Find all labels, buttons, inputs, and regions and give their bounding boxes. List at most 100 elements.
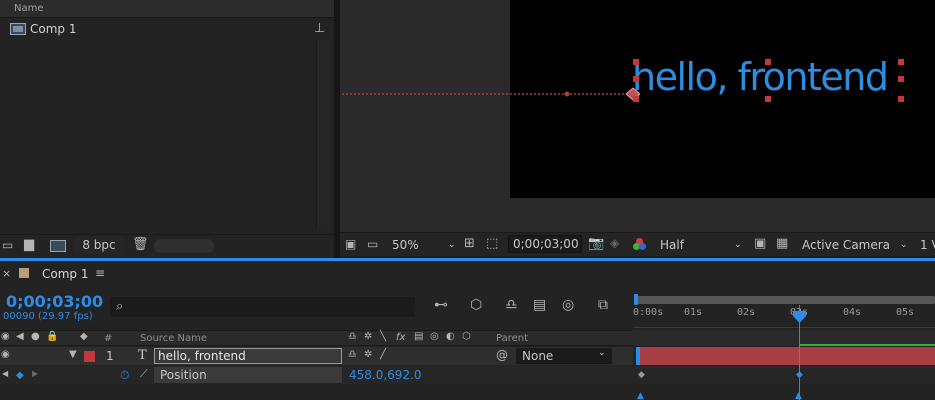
property-name: Position: [154, 367, 342, 383]
timeline-column-header: ◉ ◀ ● 🔒 ◆ # Source Name ♎ ✲ ╲ fx ▤ ◎ ◐ ⬡…: [0, 330, 633, 346]
ruler-tick: 02s: [737, 307, 756, 318]
composition-mini-flowchart-icon[interactable]: ⊷: [434, 298, 448, 312]
collapse-switch-icon[interactable]: ✲: [364, 350, 372, 360]
snapshot-camera-icon[interactable]: 📷: [588, 237, 604, 250]
twirl-down-icon[interactable]: ▼: [69, 350, 77, 360]
work-area-bar[interactable]: [637, 296, 935, 304]
shy-switch-icon[interactable]: ♎: [348, 350, 357, 360]
transparency-grid-icon[interactable]: ▦: [776, 237, 788, 250]
next-layer-playhead-marker: ▲: [795, 391, 802, 400]
chevron-down-icon: ⌄: [900, 240, 908, 250]
label-tag-icon[interactable]: ◆: [80, 332, 88, 342]
zoom-dropdown[interactable]: 50% ⌄: [392, 236, 460, 254]
project-column-header[interactable]: Name: [0, 0, 334, 18]
lock-icon[interactable]: 🔒: [46, 332, 58, 342]
playhead-head-icon[interactable]: [793, 311, 806, 323]
audio-icon[interactable]: ◀: [16, 332, 24, 342]
timeline-tab[interactable]: Comp 1: [42, 267, 88, 281]
draft-3d-icon[interactable]: ⬡: [470, 298, 482, 312]
monitor-icon[interactable]: ▭: [367, 238, 378, 250]
effects-switch-icon[interactable]: fx: [396, 332, 405, 343]
channels-icon[interactable]: [633, 238, 647, 252]
bounding-handle-bl[interactable]: [633, 96, 639, 102]
mask-visibility-icon[interactable]: ⬚: [486, 237, 498, 250]
frame-info: 00090 (29.97 fps): [3, 311, 93, 322]
region-of-interest-icon[interactable]: ▣: [754, 237, 766, 250]
motion-blur-icon[interactable]: ◎: [562, 298, 574, 312]
project-hscroll[interactable]: [154, 239, 214, 253]
layer-in-point[interactable]: [636, 347, 640, 365]
adjustment-layer-switch-icon[interactable]: ◐: [446, 332, 455, 342]
flowchart-icon[interactable]: ⊥: [314, 22, 325, 35]
close-icon[interactable]: ×: [2, 268, 11, 279]
new-folder-icon[interactable]: ▆: [24, 238, 34, 251]
project-item-comp-1[interactable]: Comp 1 ⊥: [0, 19, 334, 39]
frame-blending-icon[interactable]: ▤: [533, 298, 546, 312]
bounding-handle-tr[interactable]: [898, 59, 904, 65]
number-column-label: #: [104, 333, 113, 344]
keyframe-marker[interactable]: ◆: [638, 370, 645, 380]
resolution-dropdown[interactable]: Half ⌄: [660, 236, 746, 254]
next-keyframe-icon[interactable]: ▶: [32, 370, 38, 378]
project-scrollbar[interactable]: [316, 40, 330, 230]
quality-switch-icon[interactable]: ╱: [380, 350, 386, 360]
bounding-handle-bc[interactable]: [765, 96, 771, 102]
timeline-property-row[interactable]: ◀ ◆ ▶ ⏱ ⟋ Position 458.0,692.0: [0, 366, 633, 384]
zoom-value: 50%: [392, 238, 419, 252]
text-layer-on-canvas[interactable]: hello, frontend: [630, 55, 906, 102]
ruler-tick: 0:00s: [633, 307, 664, 318]
chevron-down-icon: ⌄: [448, 240, 456, 250]
ruler-tick: 05s: [896, 307, 915, 318]
bounding-handle-ml[interactable]: [633, 76, 639, 82]
layer-search-input[interactable]: ⌕: [110, 297, 415, 317]
property-value[interactable]: 458.0,692.0: [349, 368, 422, 382]
current-time-display[interactable]: 0;00;03;00: [6, 292, 103, 311]
graph-icon[interactable]: ⟋: [140, 368, 148, 379]
color-depth-button[interactable]: 8 bpc: [74, 237, 124, 255]
bounding-handle-mr[interactable]: [898, 76, 904, 82]
3d-layer-switch-icon[interactable]: ⬡: [462, 332, 471, 342]
bounding-handle-br[interactable]: [898, 96, 904, 102]
tab-menu-icon[interactable]: ≡: [95, 267, 105, 279]
show-snapshot-icon[interactable]: ◈: [610, 237, 619, 249]
layer-label-color[interactable]: [84, 351, 95, 362]
graph-editor-icon[interactable]: ⧉: [598, 298, 608, 312]
camera-dropdown[interactable]: Active Camera ⌄: [802, 236, 912, 254]
composition-icon: [10, 23, 26, 35]
hide-shy-layers-icon[interactable]: ♎: [505, 298, 518, 312]
visibility-eye-icon[interactable]: ◉: [1, 350, 10, 360]
bounding-handle-tc[interactable]: [765, 59, 771, 65]
grid-guide-icon[interactable]: ⊞: [464, 237, 475, 250]
interpret-footage-icon[interactable]: ▭: [2, 239, 13, 251]
solo-icon[interactable]: ●: [31, 332, 40, 342]
work-area-start-handle[interactable]: [634, 294, 638, 305]
ruler-tick: 01s: [684, 307, 703, 318]
views-dropdown[interactable]: 1 V: [920, 236, 935, 254]
keyframe-toggle-icon[interactable]: ◆: [16, 370, 24, 381]
visibility-eye-icon[interactable]: ◉: [1, 332, 10, 342]
motion-path[interactable]: [340, 84, 640, 104]
parent-pickwhip-icon[interactable]: @: [496, 349, 508, 361]
quality-switch-icon[interactable]: ╲: [380, 332, 386, 342]
project-item-label: Comp 1: [30, 22, 77, 36]
new-composition-icon[interactable]: [50, 240, 66, 252]
collapse-switch-icon[interactable]: ✲: [364, 332, 372, 342]
canvas-text: hello, frontend: [632, 55, 889, 99]
timeline-time-graph[interactable]: 0:00s 01s 02s 03s 04s 05s ◆ ◆ ▲ ▲: [633, 287, 935, 400]
viewer-timecode[interactable]: 0;00;03;00: [508, 235, 582, 253]
frame-blend-switch-icon[interactable]: ▤: [414, 332, 423, 342]
stopwatch-icon[interactable]: ⏱: [120, 368, 129, 383]
next-layer-playhead-marker: ▲: [637, 391, 644, 400]
layer-name-field[interactable]: hello, frontend: [154, 348, 342, 364]
parent-value: None: [522, 349, 554, 363]
always-preview-icon[interactable]: ▣: [345, 238, 356, 250]
timeline-layer-row[interactable]: ◉ ▼ 1 T hello, frontend ♎ ✲ ╱ @ None ⌄: [0, 347, 633, 365]
timeline-tab-row: × Comp 1 ≡: [0, 261, 935, 287]
trash-icon[interactable]: 🗑: [132, 238, 149, 251]
motion-blur-switch-icon[interactable]: ◎: [430, 332, 439, 342]
prev-keyframe-icon[interactable]: ◀: [2, 370, 8, 378]
shy-switch-icon[interactable]: ♎: [348, 332, 357, 342]
layer-duration-bar[interactable]: [639, 347, 935, 365]
bounding-handle-tl[interactable]: [633, 59, 639, 65]
parent-dropdown[interactable]: None ⌄: [516, 348, 612, 364]
